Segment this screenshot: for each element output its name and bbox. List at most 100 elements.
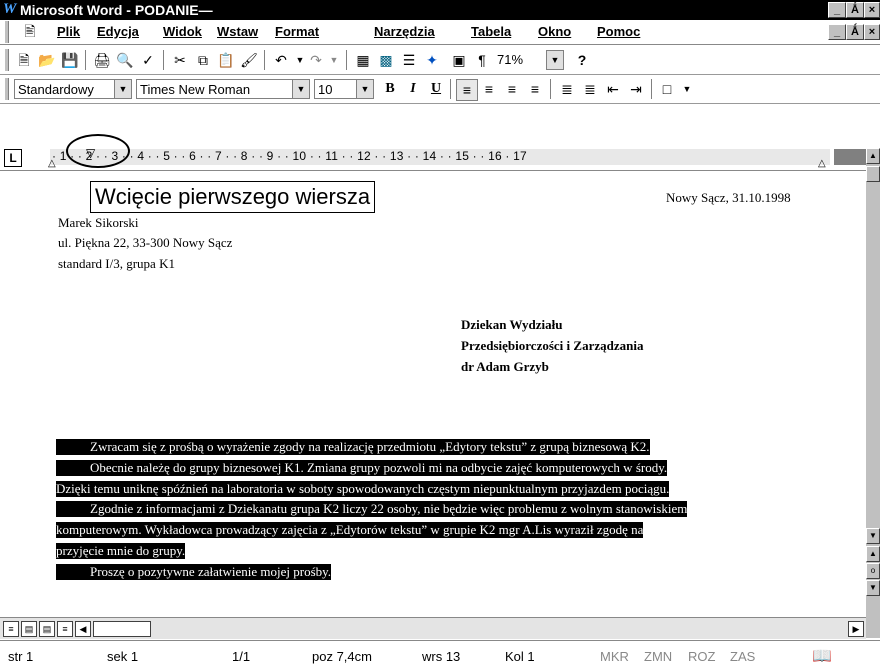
scroll-up-icon[interactable]: ▲ — [866, 148, 880, 164]
drawing-icon[interactable]: ✦ — [422, 50, 442, 70]
toolbar-grip[interactable] — [4, 49, 9, 71]
borders-icon[interactable]: □ — [657, 79, 677, 99]
insert-table-icon[interactable]: ▦ — [353, 50, 373, 70]
status-rec[interactable]: MKR — [600, 649, 629, 664]
bold-button[interactable]: B — [380, 79, 400, 99]
save-icon[interactable]: 💾 — [60, 50, 80, 70]
insert-excel-icon[interactable]: ▩ — [376, 50, 396, 70]
status-ext[interactable]: ROZ — [688, 649, 715, 664]
body-line[interactable]: Zgodnie z informacjami z Dziekanatu grup… — [56, 501, 688, 517]
undo-icon[interactable]: ↶ — [271, 50, 291, 70]
menu-grip[interactable] — [4, 21, 9, 43]
chevron-down-icon[interactable]: ▼ — [114, 80, 131, 98]
body-line[interactable]: Zwracam się z prośbą o wyrażenie zgody n… — [56, 439, 650, 455]
zoom-dropdown[interactable]: ▼ — [546, 50, 564, 70]
status-trk[interactable]: ZMN — [644, 649, 672, 664]
menu-format[interactable]: Format — [275, 24, 319, 39]
decrease-indent-icon[interactable]: ⇤ — [603, 79, 623, 99]
paste-icon[interactable]: 📋 — [216, 50, 236, 70]
body-line[interactable]: Dzięki temu uniknę spóźnień na laborator… — [56, 481, 670, 497]
chevron-down-icon[interactable]: ▼ — [356, 80, 373, 98]
previous-page-icon[interactable]: ▲ — [866, 546, 880, 562]
menu-wstaw[interactable]: Wstaw — [217, 24, 258, 39]
right-indent-icon[interactable]: △ — [818, 158, 826, 169]
doc-restore-button[interactable]: Ǻ — [846, 24, 864, 40]
body-line[interactable]: przyjęcie mnie do grupy. — [56, 543, 186, 559]
chevron-down-icon[interactable]: ▼ — [292, 80, 309, 98]
style-combo[interactable]: Standardowy ▼ — [14, 79, 132, 99]
font-combo[interactable]: Times New Roman ▼ — [136, 79, 310, 99]
print-preview-icon[interactable]: 🔍 — [115, 50, 135, 70]
separator — [163, 50, 165, 70]
minimize-button[interactable]: _ — [828, 2, 846, 18]
copy-icon[interactable]: ⧉ — [193, 50, 213, 70]
doc-minimize-button[interactable]: _ — [828, 24, 846, 40]
format-painter-icon[interactable]: 🖌 — [239, 50, 259, 70]
help-icon[interactable]: ? — [572, 50, 592, 70]
menu-plik[interactable]: Plik — [57, 24, 80, 39]
outline-view-icon[interactable]: ≡ — [57, 621, 73, 637]
web-layout-icon[interactable]: ▤ — [21, 621, 37, 637]
italic-button[interactable]: I — [403, 79, 423, 99]
status-ovr[interactable]: ZAS — [730, 649, 755, 664]
numbering-icon[interactable]: ≣ — [557, 79, 577, 99]
recipient-line-3: dr Adam Grzyb — [461, 359, 549, 374]
redo-icon[interactable]: ↷ — [306, 50, 326, 70]
close-button[interactable]: × — [864, 2, 880, 18]
columns-icon[interactable]: ☰ — [399, 50, 419, 70]
document-map-icon[interactable]: ▣ — [449, 50, 469, 70]
ruler[interactable]: L · 1 · · 2 · · 3 · · 4 · · 5 · · 6 · · … — [0, 134, 880, 171]
bullets-icon[interactable]: ≣ — [580, 79, 600, 99]
underline-button[interactable]: U — [426, 79, 446, 99]
justify-icon[interactable]: ≡ — [525, 79, 545, 99]
menu-narzedzia[interactable]: Narzędzia — [374, 24, 435, 39]
menu-edycja[interactable]: Edycja — [97, 24, 139, 39]
doc-close-button[interactable]: × — [864, 24, 880, 40]
horizontal-scroll-thumb[interactable] — [93, 621, 151, 637]
status-column: Kol 1 — [505, 649, 535, 664]
recipient-line-1: Dziekan Wydziału — [461, 317, 563, 332]
document-area[interactable]: Nowy Sącz, 31.10.1998 Marek Sikorski ul.… — [0, 171, 866, 617]
scroll-down-icon[interactable]: ▼ — [866, 528, 880, 544]
separator — [651, 79, 653, 99]
open-folder-icon[interactable]: 📂 — [37, 50, 57, 70]
print-icon[interactable]: 🖨 — [92, 50, 112, 70]
cut-icon[interactable]: ✂ — [170, 50, 190, 70]
normal-view-icon[interactable]: ≡ — [3, 621, 19, 637]
align-right-icon[interactable]: ≡ — [502, 79, 522, 99]
spelling-icon[interactable]: ✓ — [138, 50, 158, 70]
separator — [264, 50, 266, 70]
show-hide-icon[interactable]: ¶ — [472, 50, 492, 70]
body-line[interactable]: komputerowym. Wykładowca prowadzący zaję… — [56, 522, 644, 538]
vertical-scrollbar[interactable]: ▲ ▼ ▲ o ▼ — [866, 148, 880, 638]
toolbar-grip[interactable] — [4, 78, 9, 100]
menu-pomoc[interactable]: Pomoc — [597, 24, 640, 39]
document-icon[interactable]: 🖹 — [20, 21, 40, 41]
scroll-left-icon[interactable]: ◀ — [75, 621, 91, 637]
align-left-icon[interactable]: ≡ — [456, 79, 478, 101]
increase-indent-icon[interactable]: ⇥ — [626, 79, 646, 99]
hanging-indent-icon[interactable]: △ — [48, 158, 56, 169]
borders-dropdown-icon[interactable]: ▼ — [677, 79, 697, 99]
separator — [346, 50, 348, 70]
spelling-status-icon[interactable]: 📖 — [812, 646, 832, 666]
font-size-combo[interactable]: 10 ▼ — [314, 79, 374, 99]
print-layout-icon[interactable]: ▤ — [39, 621, 55, 637]
scroll-right-icon[interactable]: ▶ — [848, 621, 864, 637]
menu-tabela[interactable]: Tabela — [471, 24, 511, 39]
menu-okno[interactable]: Okno — [538, 24, 571, 39]
horizontal-scrollbar[interactable]: ≡ ▤ ▤ ≡ ◀ ▶ — [0, 617, 866, 639]
restore-button[interactable]: Ǻ — [846, 2, 864, 18]
menu-widok[interactable]: Widok — [163, 24, 202, 39]
new-document-icon[interactable]: 🗎 — [14, 50, 34, 70]
status-section: sek 1 — [107, 649, 139, 664]
next-page-icon[interactable]: ▼ — [866, 580, 880, 596]
select-browse-object-icon[interactable]: o — [866, 563, 880, 579]
redo-dropdown-icon[interactable]: ▼ — [324, 50, 344, 70]
scroll-thumb[interactable] — [866, 166, 880, 182]
body-line[interactable]: Proszę o pozytywne załatwienie mojej pro… — [56, 564, 332, 580]
tab-selector[interactable]: L — [4, 149, 22, 167]
body-line[interactable]: Obecnie należę do grupy biznesowej K1. Z… — [56, 460, 668, 476]
align-center-icon[interactable]: ≡ — [479, 79, 499, 99]
zoom-value[interactable]: 71% — [494, 50, 544, 70]
